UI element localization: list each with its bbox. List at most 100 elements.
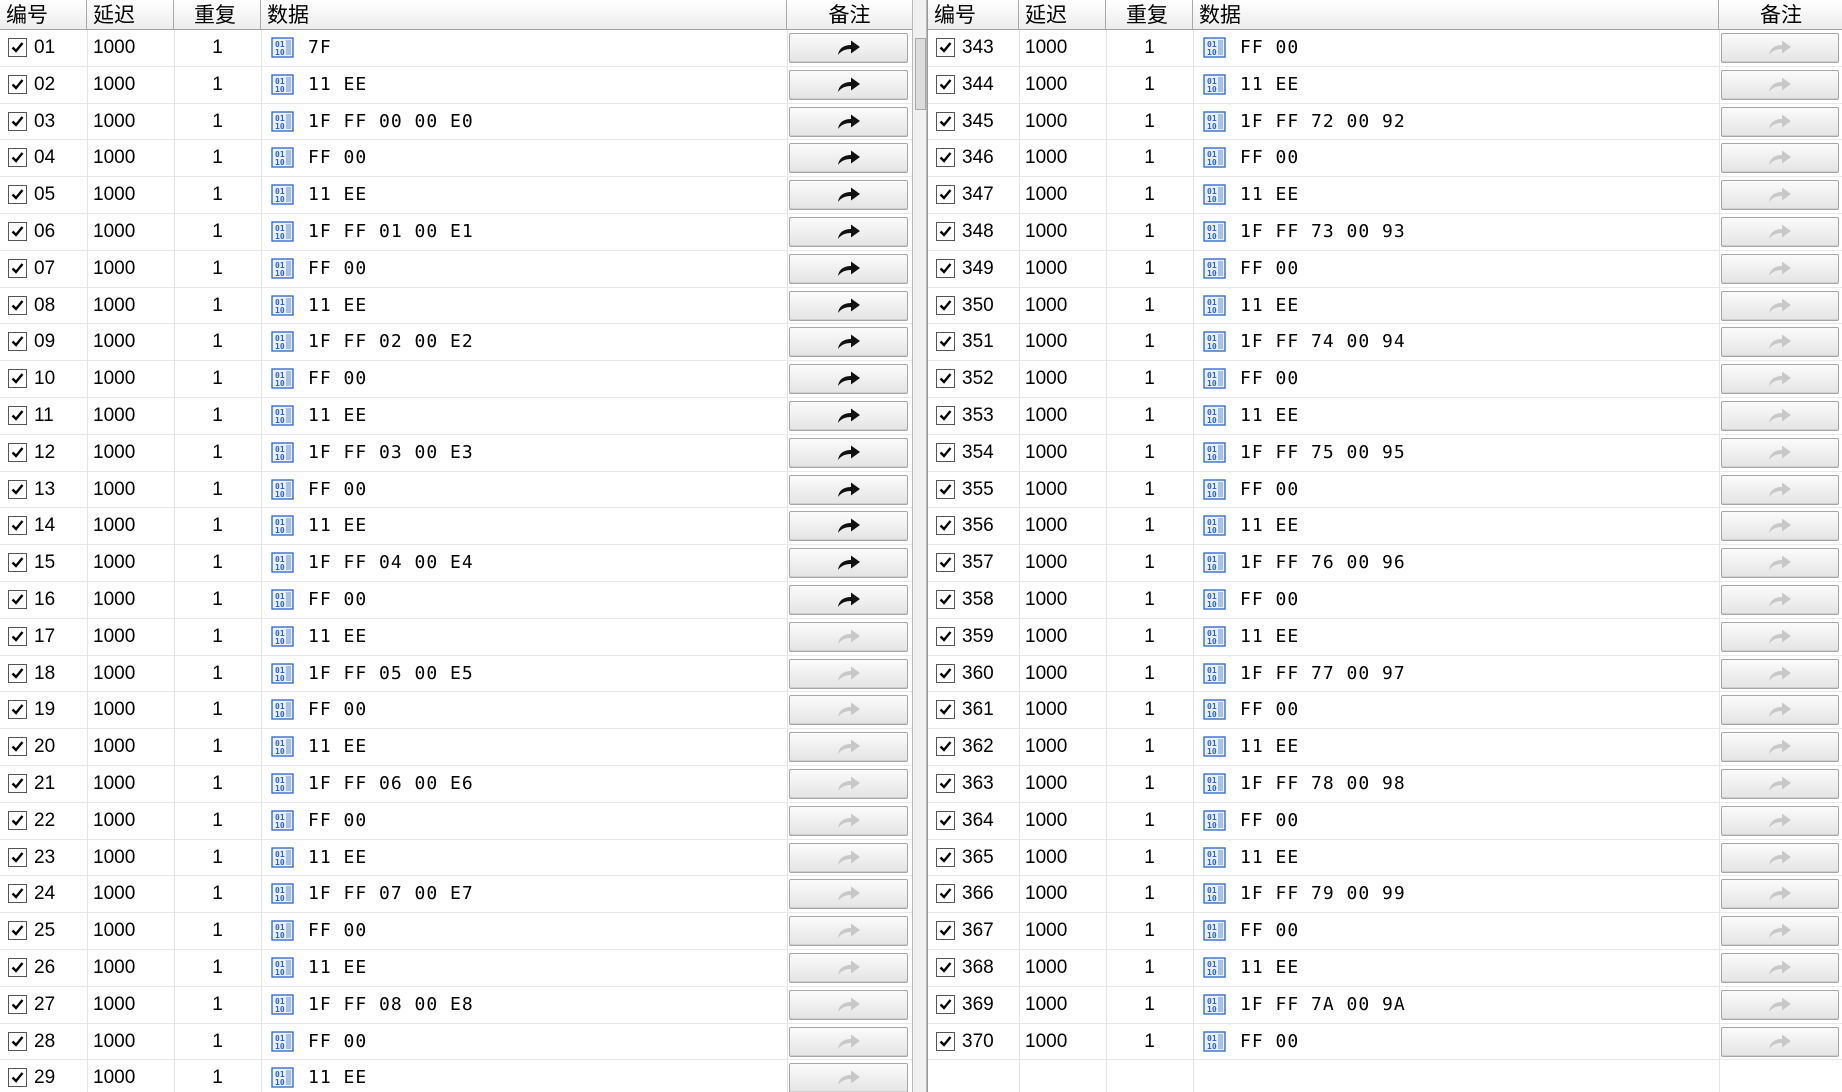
row-data[interactable]: 11 EE [1240, 508, 1299, 544]
table-row[interactable]: 359 1000 1 01 10 11 EE [928, 619, 1842, 656]
send-button[interactable] [1721, 989, 1839, 1020]
table-row[interactable]: 15 1000 1 01 10 1F FF 04 00 E4 [0, 545, 912, 582]
row-repeat[interactable]: 1 [1106, 104, 1193, 140]
row-data[interactable]: FF 00 [1240, 361, 1299, 397]
row-repeat[interactable]: 1 [1106, 656, 1193, 692]
column-header-note[interactable]: 备注 [1719, 0, 1842, 29]
table-row[interactable]: 06 1000 1 01 10 1F FF 01 00 E1 [0, 214, 912, 251]
table-row[interactable]: 12 1000 1 01 10 1F FF 03 00 E3 [0, 435, 912, 472]
table-row[interactable]: 351 1000 1 01 10 1F FF 74 00 94 [928, 324, 1842, 362]
row-checkbox[interactable] [936, 921, 955, 941]
row-delay[interactable]: 1000 [1025, 214, 1067, 250]
row-data[interactable]: FF 00 [1240, 30, 1299, 66]
row-repeat[interactable]: 1 [174, 30, 261, 66]
table-row[interactable]: 358 1000 1 01 10 FF 00 [928, 582, 1842, 619]
column-header-id[interactable]: 编号 [0, 0, 87, 29]
table-row[interactable]: 10 1000 1 01 10 FF 00 [0, 361, 912, 398]
row-repeat[interactable]: 1 [174, 288, 261, 324]
row-repeat[interactable]: 1 [174, 214, 261, 250]
row-repeat[interactable]: 1 [1106, 324, 1193, 360]
row-checkbox[interactable] [936, 74, 955, 94]
row-repeat[interactable]: 1 [174, 766, 261, 802]
table-row[interactable]: 08 1000 1 01 10 11 EE [0, 288, 912, 325]
row-data[interactable]: 11 EE [308, 508, 367, 544]
row-checkbox[interactable] [936, 479, 955, 499]
row-checkbox[interactable] [936, 295, 955, 315]
table-row[interactable]: 29 1000 1 01 10 11 EE [0, 1060, 912, 1092]
table-row[interactable]: 17 1000 1 01 10 11 EE [0, 619, 912, 656]
row-checkbox[interactable] [936, 847, 955, 867]
send-button[interactable] [1721, 511, 1839, 542]
row-repeat[interactable]: 1 [1106, 987, 1193, 1023]
row-delay[interactable]: 1000 [1025, 950, 1067, 986]
row-checkbox[interactable] [8, 405, 27, 425]
row-delay[interactable]: 1000 [1025, 987, 1067, 1023]
send-button[interactable] [1721, 69, 1839, 100]
send-button[interactable] [789, 364, 908, 395]
send-button[interactable] [789, 143, 908, 174]
row-delay[interactable]: 1000 [93, 177, 135, 213]
send-button[interactable] [1721, 879, 1839, 910]
send-button[interactable] [789, 879, 908, 910]
column-header-note[interactable]: 备注 [787, 0, 912, 29]
row-delay[interactable]: 1000 [1025, 435, 1067, 471]
row-checkbox[interactable] [936, 442, 955, 462]
row-checkbox[interactable] [8, 516, 27, 536]
row-checkbox[interactable] [936, 626, 955, 646]
row-delay[interactable]: 1000 [1025, 251, 1067, 287]
table-row[interactable]: 364 1000 1 01 10 FF 00 [928, 803, 1842, 840]
row-repeat[interactable]: 1 [174, 692, 261, 728]
send-button[interactable] [789, 732, 908, 763]
row-delay[interactable]: 1000 [93, 656, 135, 692]
table-row[interactable]: 24 1000 1 01 10 1F FF 07 00 E7 [0, 876, 912, 914]
row-repeat[interactable]: 1 [174, 435, 261, 471]
send-button[interactable] [789, 952, 908, 983]
row-delay[interactable]: 1000 [1025, 656, 1067, 692]
row-checkbox[interactable] [936, 589, 955, 609]
row-repeat[interactable]: 1 [1106, 692, 1193, 728]
row-repeat[interactable]: 1 [174, 876, 261, 912]
row-checkbox[interactable] [936, 737, 955, 757]
row-delay[interactable]: 1000 [1025, 1024, 1067, 1060]
row-delay[interactable]: 1000 [1025, 30, 1067, 66]
row-repeat[interactable]: 1 [1106, 177, 1193, 213]
send-button[interactable] [1721, 584, 1839, 615]
table-row[interactable]: 368 1000 1 01 10 11 EE [928, 950, 1842, 987]
table-row[interactable]: 345 1000 1 01 10 1F FF 72 00 92 [928, 104, 1842, 141]
row-delay[interactable]: 1000 [1025, 398, 1067, 434]
table-row[interactable]: 14 1000 1 01 10 11 EE [0, 508, 912, 546]
row-data[interactable]: FF 00 [1240, 692, 1299, 728]
row-delay[interactable]: 1000 [93, 398, 135, 434]
table-row[interactable]: 09 1000 1 01 10 1F FF 02 00 E2 [0, 324, 912, 362]
send-button[interactable] [789, 180, 908, 211]
send-button[interactable] [789, 548, 908, 579]
table-row[interactable]: 02 1000 1 01 10 11 EE [0, 67, 912, 104]
row-checkbox[interactable] [8, 332, 27, 352]
table-row[interactable]: 354 1000 1 01 10 1F FF 75 00 95 [928, 435, 1842, 472]
row-checkbox[interactable] [936, 1031, 955, 1051]
send-button[interactable] [1721, 180, 1839, 211]
send-button[interactable] [1721, 143, 1839, 174]
row-data[interactable]: 1F FF 72 00 92 [1240, 104, 1406, 140]
row-data[interactable]: 1F FF 79 00 99 [1240, 876, 1406, 912]
send-button[interactable] [1721, 253, 1839, 284]
table-row[interactable]: 367 1000 1 01 10 FF 00 [928, 913, 1842, 950]
row-checkbox[interactable] [936, 516, 955, 536]
row-checkbox[interactable] [936, 884, 955, 904]
row-delay[interactable]: 1000 [1025, 104, 1067, 140]
send-button[interactable] [789, 1026, 908, 1057]
row-checkbox[interactable] [8, 258, 27, 278]
row-repeat[interactable]: 1 [174, 729, 261, 765]
table-row[interactable]: 19 1000 1 01 10 FF 00 [0, 692, 912, 730]
row-repeat[interactable]: 1 [174, 472, 261, 508]
send-button[interactable] [1721, 327, 1839, 358]
table-row[interactable]: 27 1000 1 01 10 1F FF 08 00 E8 [0, 987, 912, 1024]
send-button[interactable] [1721, 695, 1839, 726]
left-list-scrollbar[interactable] [912, 0, 927, 1092]
row-data[interactable]: 1F FF 01 00 E1 [308, 214, 474, 250]
row-checkbox[interactable] [8, 589, 27, 609]
send-button[interactable] [1721, 916, 1839, 947]
row-checkbox[interactable] [936, 221, 955, 241]
send-button[interactable] [789, 621, 908, 652]
send-button[interactable] [789, 290, 908, 321]
